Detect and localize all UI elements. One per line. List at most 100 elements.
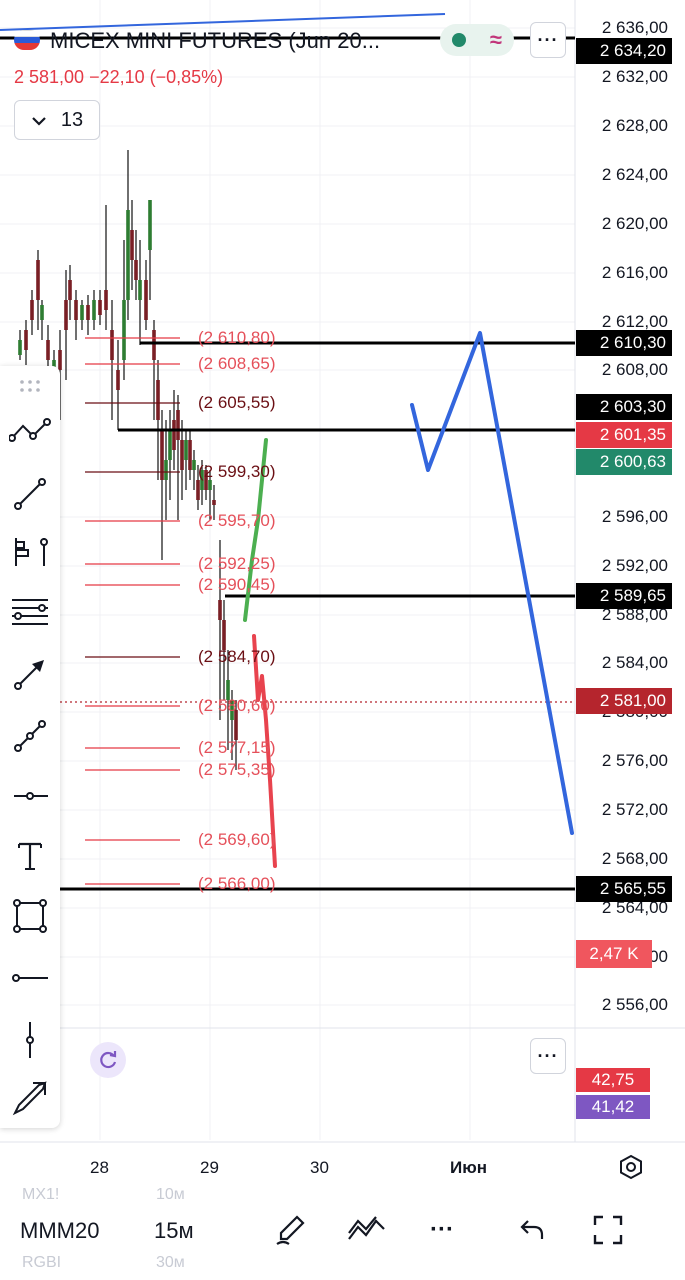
price-tag-resistance-1: 2 610,30 bbox=[576, 330, 672, 356]
candle bbox=[18, 330, 22, 360]
price-axis-label: 2 612,00 bbox=[601, 312, 668, 331]
candle bbox=[80, 300, 84, 330]
fullscreen-icon[interactable] bbox=[588, 1210, 628, 1250]
vertical-line-icon[interactable] bbox=[8, 1020, 52, 1060]
candle bbox=[130, 200, 134, 290]
oscillator-more-button[interactable]: ··· bbox=[530, 1038, 566, 1074]
indicators-icon[interactable] bbox=[346, 1210, 386, 1250]
price-tag-support-2: 2 565,55 bbox=[576, 876, 672, 902]
level-lines bbox=[0, 13, 575, 891]
candle bbox=[40, 300, 44, 340]
price-axis-label: 2 556,00 bbox=[601, 995, 668, 1014]
price-axis-label: 2 596,00 bbox=[601, 507, 668, 526]
candle bbox=[36, 250, 40, 330]
volume-tag: 2,47 K bbox=[576, 940, 652, 968]
candle bbox=[192, 450, 196, 490]
header-more-button[interactable]: ··· bbox=[530, 22, 566, 58]
bottom-toolbar: MX1! RGBI 10м 30м MMM20 15м ··· bbox=[0, 1186, 685, 1280]
horizontal-ray-icon[interactable] bbox=[8, 776, 52, 816]
oscillator-value-purple: 41,42 bbox=[576, 1095, 650, 1119]
candle bbox=[116, 340, 120, 430]
price-axis-label: 2 632,00 bbox=[601, 67, 668, 86]
brush-icon[interactable] bbox=[270, 1210, 310, 1250]
fib-tools-icon[interactable] bbox=[8, 532, 52, 572]
symbol-title[interactable]: MICEX MINI FUTURES (Jun 20... bbox=[50, 28, 380, 54]
interval-picker[interactable]: 15м bbox=[154, 1218, 194, 1244]
parallel-channel-icon[interactable] bbox=[8, 592, 52, 632]
chevron-down-icon bbox=[31, 109, 47, 132]
price-axis-label: 2 576,00 bbox=[601, 751, 668, 770]
ghost-symbol-above: MX1! bbox=[22, 1186, 60, 1203]
price-axis-label: 2 628,00 bbox=[601, 116, 668, 135]
level-label: (2 584,70) bbox=[198, 647, 276, 666]
market-open-dot-icon bbox=[451, 33, 466, 47]
ghost-interval-above: 10м bbox=[156, 1186, 185, 1203]
time-label-30: 30 bbox=[310, 1158, 329, 1177]
price-axis-label: 2 616,00 bbox=[601, 263, 668, 282]
candle bbox=[156, 360, 160, 480]
candle bbox=[92, 290, 96, 330]
refresh-icon bbox=[100, 1051, 117, 1069]
text-tool-icon[interactable] bbox=[8, 836, 52, 876]
chart-settings-icon[interactable] bbox=[618, 1154, 644, 1185]
ghost-interval-below: 30м bbox=[156, 1254, 185, 1271]
level-label: (2 569,60) bbox=[198, 830, 276, 849]
price-change: 2 581,00 −22,10 (−0,85%) bbox=[14, 67, 224, 87]
level-label: (2 610,80) bbox=[198, 328, 276, 347]
candle bbox=[86, 295, 90, 335]
level-label: (2 592,25) bbox=[198, 554, 276, 573]
candle bbox=[144, 260, 148, 330]
price-axis-label: 2 608,00 bbox=[601, 360, 668, 379]
candle bbox=[184, 430, 188, 490]
price-tag-last: 2 581,00 bbox=[576, 688, 672, 714]
grip-icon[interactable] bbox=[8, 366, 52, 406]
level-label: (2 590,45) bbox=[198, 575, 276, 594]
level-label: (2 608,65) bbox=[198, 354, 276, 373]
arrow-tool-icon[interactable] bbox=[8, 1078, 52, 1118]
candle bbox=[138, 240, 142, 345]
interval-value: 13 bbox=[60, 108, 84, 131]
interval-collapse-button[interactable]: 13 bbox=[14, 100, 100, 140]
candle bbox=[98, 290, 102, 325]
candle bbox=[168, 410, 172, 500]
price-tag-resistance-2: 2 603,30 bbox=[576, 394, 672, 420]
candle bbox=[180, 420, 184, 500]
info-line-icon[interactable] bbox=[8, 716, 52, 756]
candle bbox=[30, 290, 34, 335]
undo-icon[interactable] bbox=[512, 1210, 552, 1250]
price-axis-label: 2 568,00 bbox=[601, 849, 668, 868]
symbol-picker[interactable]: MMM20 bbox=[20, 1218, 99, 1244]
price-axis-label: 2 636,00 bbox=[601, 18, 668, 37]
candle bbox=[176, 395, 180, 520]
level-label: (2 599,30) bbox=[198, 462, 276, 481]
price-tag-support-1: 2 589,65 bbox=[576, 583, 672, 609]
candle bbox=[188, 430, 192, 480]
level-label: (2 605,55) bbox=[198, 393, 276, 412]
candle bbox=[148, 200, 152, 300]
price-axis-label: 2 592,00 bbox=[601, 556, 668, 575]
candle bbox=[64, 270, 68, 380]
more-options-icon[interactable]: ··· bbox=[422, 1210, 462, 1250]
rectangle-tool-icon[interactable] bbox=[8, 896, 52, 936]
drawing-toolbar bbox=[0, 366, 60, 1128]
trend-tools-icon[interactable] bbox=[8, 411, 52, 451]
arrow-line-icon[interactable] bbox=[8, 654, 52, 694]
time-label-june: Июн bbox=[450, 1158, 488, 1177]
market-status-pill[interactable]: ≈ bbox=[440, 24, 514, 56]
price-axis-label: 2 584,00 bbox=[601, 653, 668, 672]
level-label: (2 580,60) bbox=[198, 696, 276, 715]
horizontal-line-icon[interactable] bbox=[8, 958, 52, 998]
user-drawings bbox=[243, 331, 574, 868]
candle bbox=[160, 410, 164, 560]
price-tag-top: 2 634,20 bbox=[576, 38, 672, 64]
time-label-28: 28 bbox=[90, 1158, 109, 1177]
level-label: (2 595,70) bbox=[198, 511, 276, 530]
time-label-29: 29 bbox=[200, 1158, 219, 1177]
level-label: (2 577,15) bbox=[198, 738, 276, 757]
trendline-icon[interactable] bbox=[8, 474, 52, 514]
russia-flag-icon bbox=[14, 30, 40, 50]
candle bbox=[134, 230, 138, 300]
oscillator-value-red: 42,75 bbox=[576, 1068, 650, 1092]
candle bbox=[122, 240, 126, 380]
refresh-indicator-button[interactable] bbox=[90, 1042, 126, 1078]
